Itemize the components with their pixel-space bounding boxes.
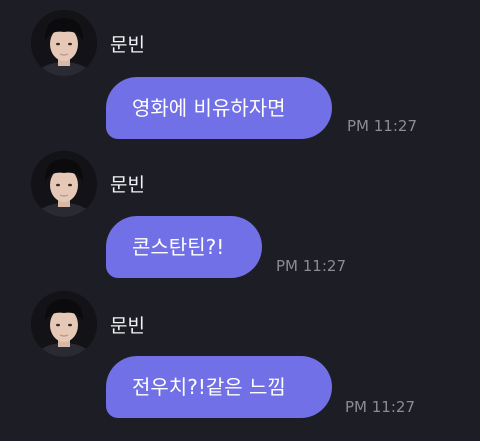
sender-name: 문빈 <box>110 315 145 337</box>
message-timestamp: PM 11:27 <box>347 117 417 135</box>
message-timestamp: PM 11:27 <box>276 257 346 275</box>
profile-photo-icon <box>31 291 97 357</box>
avatar[interactable] <box>31 291 97 357</box>
avatar[interactable] <box>31 10 97 76</box>
sender-name: 문빈 <box>110 34 145 56</box>
message-bubble[interactable]: 콘스탄틴?! <box>106 216 262 278</box>
message-timestamp: PM 11:27 <box>345 398 415 416</box>
message-bubble[interactable]: 영화에 비유하자면 <box>106 77 332 139</box>
profile-photo-icon <box>31 151 97 217</box>
avatar[interactable] <box>31 151 97 217</box>
profile-photo-icon <box>31 10 97 76</box>
sender-name: 문빈 <box>110 174 145 196</box>
message-bubble[interactable]: 전우치?!같은 느낌 <box>106 356 332 418</box>
